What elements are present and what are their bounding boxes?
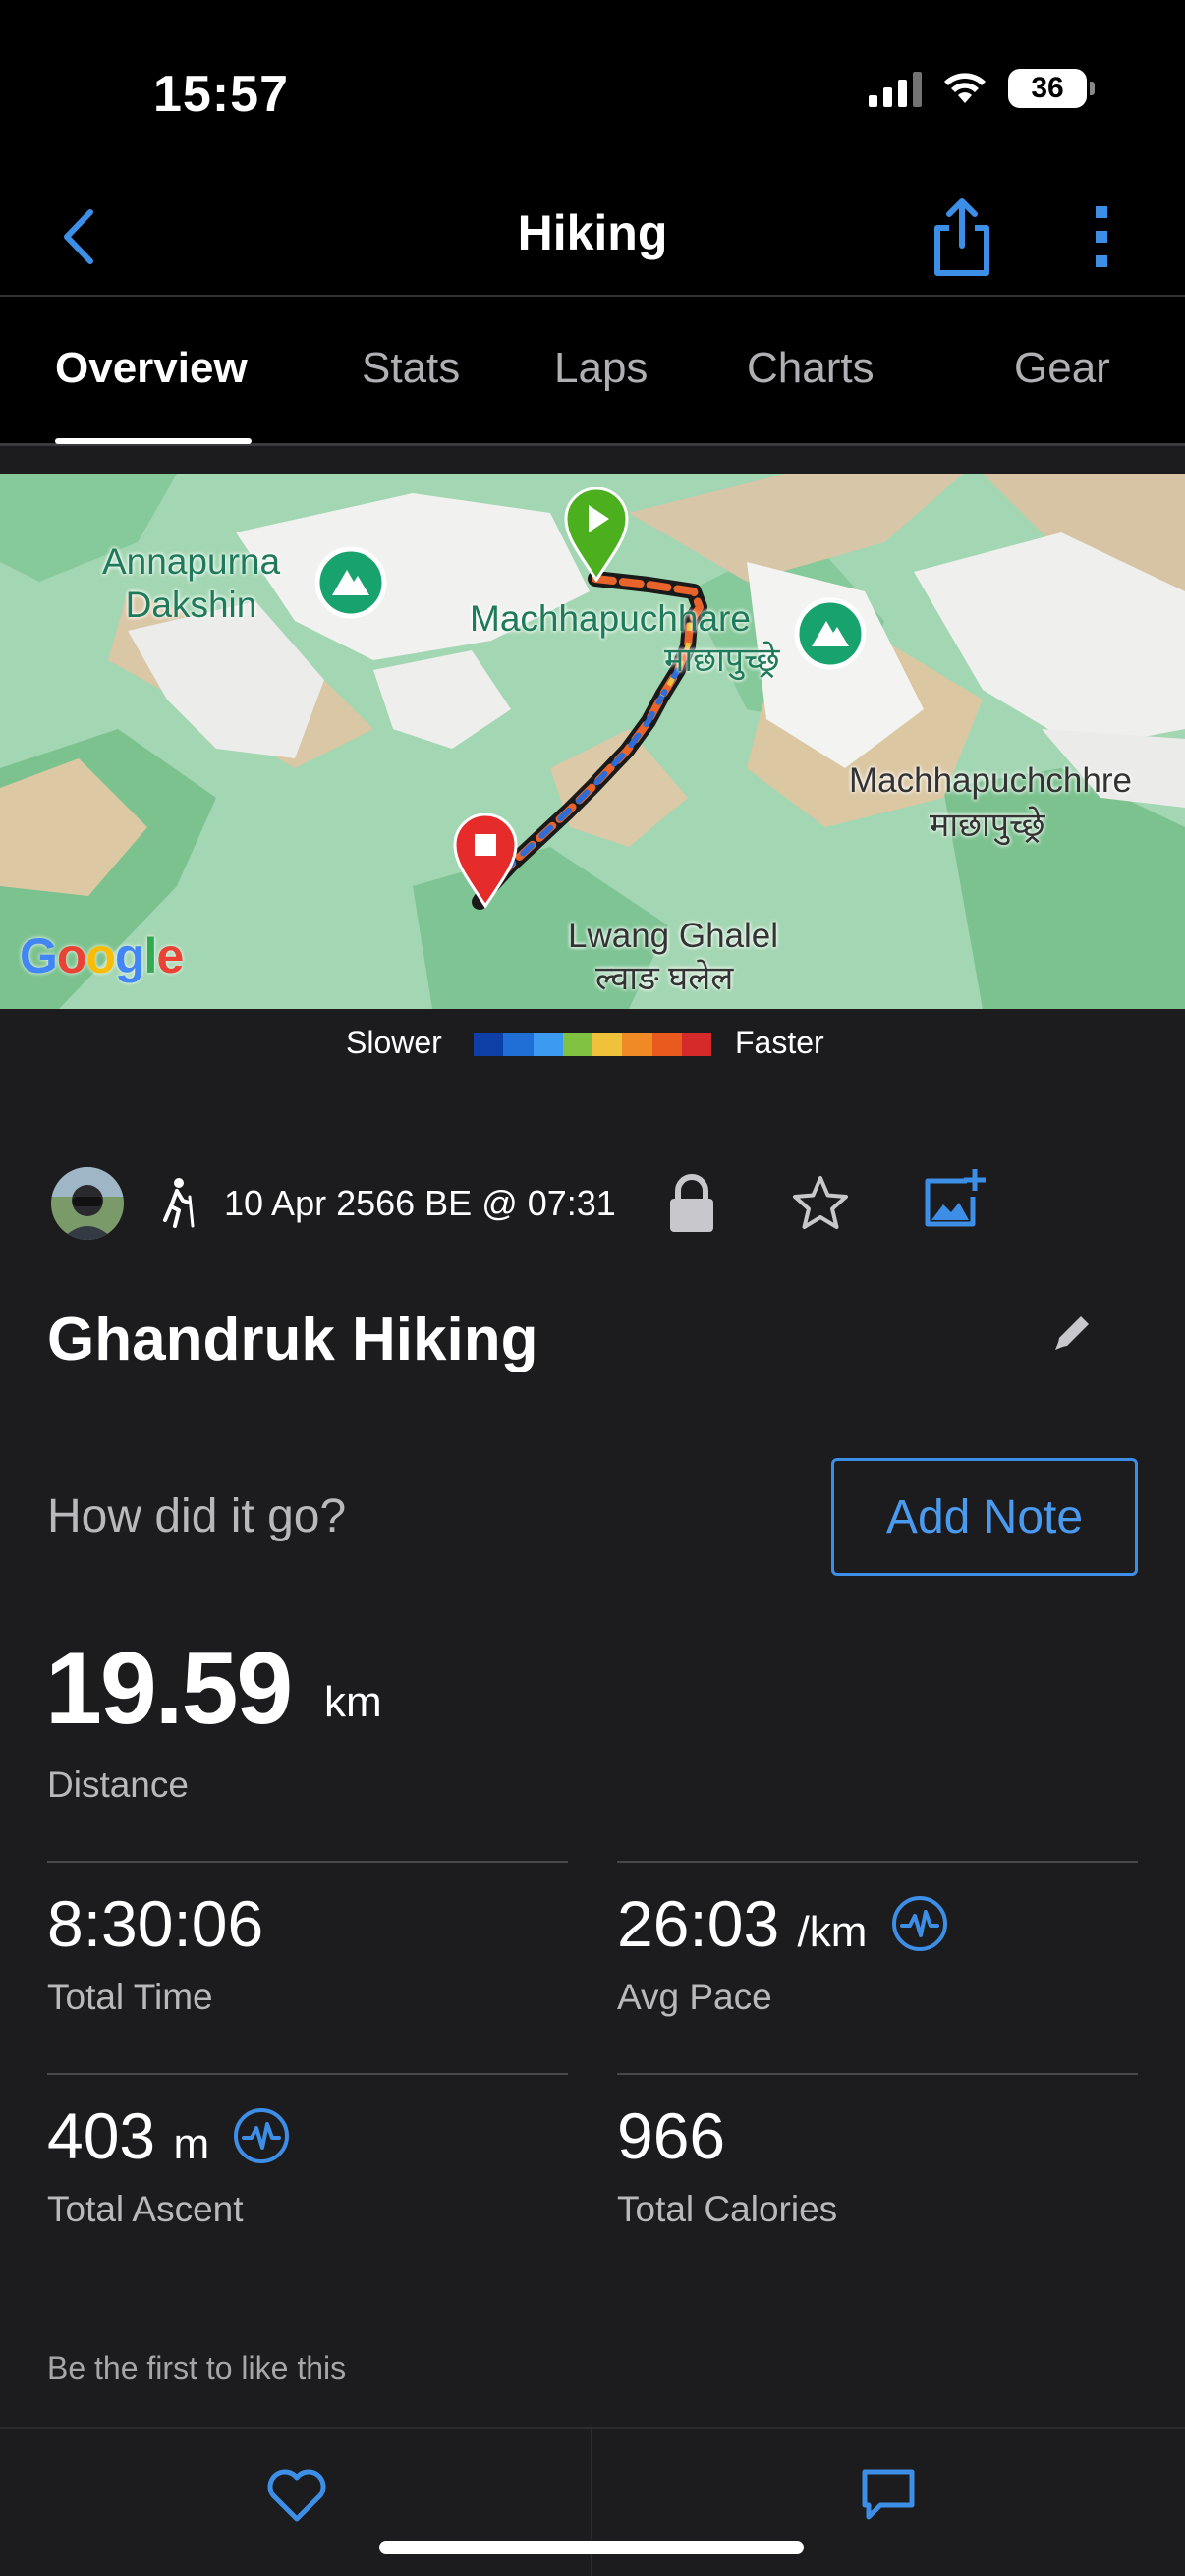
total-time-label: Total Time — [47, 1977, 213, 2017]
avg-pace-unit: /km — [797, 1908, 868, 1956]
google-attribution-logo: Google — [20, 928, 184, 983]
performance-pulse-icon[interactable] — [890, 1894, 949, 1953]
total-ascent-label: Total Ascent — [47, 2189, 244, 2229]
tab-overview[interactable]: Overview — [55, 344, 248, 393]
total-calories-value: 966 — [617, 2100, 726, 2172]
tab-gear[interactable]: Gear — [1014, 344, 1110, 393]
distance-value: 19.59 — [45, 1632, 293, 1746]
mountain-pin-icon — [314, 546, 387, 619]
divider — [47, 2073, 568, 2075]
like-status-text: Be the first to like this — [47, 2350, 347, 2385]
legend-color-scale — [474, 1033, 711, 1056]
total-ascent: 403 m — [47, 2099, 209, 2173]
pace-legend: Slower Faster — [0, 1009, 1185, 1078]
performance-pulse-icon[interactable] — [232, 2106, 291, 2165]
add-note-button[interactable]: Add Note — [831, 1458, 1138, 1576]
more-vertical-icon[interactable] — [1089, 200, 1114, 273]
total-time-value: 8:30:06 — [47, 1887, 264, 1960]
map-label-annapurna: Annapurna Dakshin — [102, 541, 281, 626]
add-photo-icon[interactable] — [922, 1167, 987, 1232]
map-label-machhapuchchhre-np: माछापुच्छ्रे — [930, 807, 1045, 844]
avatar[interactable] — [51, 1167, 124, 1240]
tab-laps[interactable]: Laps — [554, 344, 648, 393]
legend-color-swatch — [651, 1033, 682, 1056]
divider — [617, 2073, 1138, 2075]
route-map[interactable]: Annapurna Dakshin Machhapuchhare माछापुच… — [0, 474, 1185, 1009]
divider — [617, 1861, 1138, 1863]
legend-color-swatch — [562, 1033, 592, 1056]
tab-bar: Overview Stats Laps Charts Gear — [0, 297, 1185, 446]
avg-pace-value: 26:03 — [617, 1887, 780, 1960]
map-label-machhapuchhare-np: माछापुच्छ्रे — [664, 642, 780, 679]
legend-color-swatch — [503, 1033, 534, 1056]
activity-title: Ghandruk Hiking — [47, 1306, 538, 1373]
start-pin-icon[interactable] — [564, 487, 629, 582]
star-icon[interactable] — [790, 1173, 851, 1234]
avg-pace-label: Avg Pace — [617, 1977, 772, 2017]
legend-color-swatch — [622, 1033, 652, 1056]
status-time: 15:57 — [153, 66, 289, 123]
map-label-machhapuchhare: Machhapuchhare — [470, 598, 751, 639]
edit-pencil-icon[interactable] — [1049, 1311, 1095, 1356]
page-title: Hiking — [517, 205, 668, 260]
map-label-machhapuchchhre: Machhapuchchhre — [849, 761, 1132, 800]
legend-color-swatch — [474, 1033, 504, 1056]
tab-charts[interactable]: Charts — [747, 344, 875, 393]
avg-pace: 26:03 /km — [617, 1886, 867, 1961]
map-label-lwang-np: ल्वाङ घलेल — [595, 960, 734, 997]
status-bar: 15:57 36 — [0, 0, 1185, 177]
lock-icon[interactable] — [664, 1173, 719, 1234]
battery-icon: 36 — [1008, 69, 1095, 108]
legend-color-swatch — [592, 1033, 623, 1056]
cellular-signal-icon — [869, 70, 922, 107]
total-ascent-value: 403 — [47, 2100, 156, 2172]
mountain-pin-icon — [794, 597, 867, 670]
map-label-lwang: Lwang Ghalel — [568, 917, 779, 955]
comment-icon[interactable] — [859, 2464, 918, 2523]
heart-icon[interactable] — [265, 2466, 328, 2523]
status-icons: 36 — [869, 69, 1095, 108]
hiking-activity-icon — [163, 1178, 195, 1228]
activity-date: 10 Apr 2566 BE @ 07:31 — [224, 1183, 616, 1223]
tab-stats[interactable]: Stats — [362, 344, 460, 393]
legend-color-swatch — [533, 1033, 563, 1056]
note-prompt: How did it go? — [47, 1490, 347, 1542]
legend-slower-label: Slower — [346, 1025, 442, 1060]
active-tab-indicator — [55, 438, 252, 444]
divider — [47, 1861, 568, 1863]
wifi-icon — [944, 73, 986, 103]
bottom-action-bar — [0, 2427, 1185, 2576]
distance-unit: km — [324, 1678, 382, 1726]
finish-pin-icon[interactable] — [453, 813, 518, 908]
avatar-image — [51, 1167, 124, 1240]
home-indicator[interactable] — [379, 2541, 804, 2554]
share-icon[interactable] — [930, 195, 994, 279]
distance-label: Distance — [47, 1764, 189, 1805]
nav-bar: Hiking — [0, 177, 1185, 297]
legend-color-swatch — [681, 1033, 711, 1056]
legend-faster-label: Faster — [735, 1025, 824, 1060]
total-calories-label: Total Calories — [617, 2189, 838, 2229]
total-ascent-unit: m — [173, 2120, 210, 2168]
